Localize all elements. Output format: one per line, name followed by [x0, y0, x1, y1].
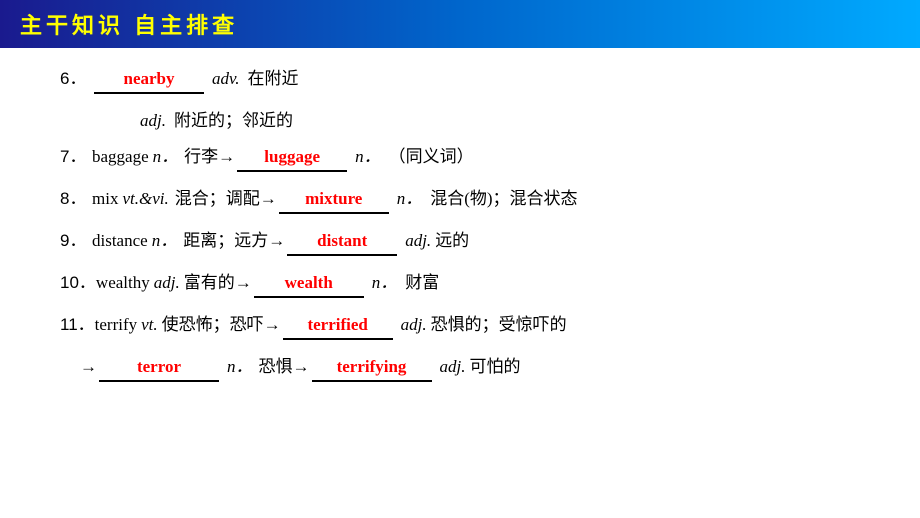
num-9: 9．: [60, 228, 92, 254]
meaning-11-sub1: 恐惧→: [259, 354, 310, 380]
row-11-sub: → terror n． 恐惧→ terrifying adj. 可怕的: [60, 354, 880, 392]
fill-terrified: terrified: [283, 312, 393, 340]
arrow-11-sub: →: [80, 354, 97, 380]
pos-9: adj.: [405, 228, 431, 254]
pos-10-pre: adj.: [154, 270, 180, 296]
pos-8-pre: vt.&vi.: [122, 186, 168, 212]
meaning-6: 在附近: [248, 66, 299, 92]
pos-7-pre: n．: [153, 144, 179, 170]
row-7: 7． baggage n． 行李→ luggage n． （同义词）: [60, 144, 880, 186]
fill-mixture: mixture: [279, 186, 389, 214]
word-8: mix: [92, 186, 118, 212]
fill-distant: distant: [287, 228, 397, 256]
pos-7: n．: [355, 144, 381, 170]
fill-wealth: wealth: [254, 270, 364, 298]
meaning-11-sub2: 可怕的: [469, 354, 520, 380]
word-7: baggage: [92, 144, 149, 170]
word-9: distance: [92, 228, 148, 254]
slide: 主干知识 自主排查 6． nearby adv. 在附近 adj. 附近的；邻近…: [0, 0, 920, 518]
pos-8: n．: [397, 186, 423, 212]
meaning-11: 恐惧的；受惊吓的: [431, 312, 567, 338]
meaning-6-sub: 附近的；邻近的: [174, 108, 293, 134]
fill-terrifying: terrifying: [312, 354, 432, 382]
num-7: 7．: [60, 144, 92, 170]
num-8: 8．: [60, 186, 92, 212]
meaning-10-pre: 富有的→: [184, 270, 252, 296]
row-11: 11． terrify vt. 使恐怖；恐吓→ terrified adj. 恐…: [60, 312, 880, 354]
meaning-8: 混合(物)；混合状态: [430, 186, 577, 212]
word-10: wealthy: [96, 270, 150, 296]
fill-luggage: luggage: [237, 144, 347, 172]
pos-11-sub: n．: [227, 354, 253, 380]
pos-6: adv.: [212, 66, 240, 92]
meaning-9: 远的: [435, 228, 469, 254]
num-10: 10．: [60, 270, 96, 296]
meaning-7: （同义词）: [389, 144, 474, 170]
meaning-9-pre: 距离；远方→: [183, 228, 285, 254]
num-11: 11．: [60, 312, 95, 338]
row-6: 6． nearby adv. 在附近: [60, 66, 880, 108]
pos-11: adj.: [401, 312, 427, 338]
row-10: 10． wealthy adj. 富有的→ wealth n． 财富: [60, 270, 880, 312]
pos-6-sub: adj.: [140, 108, 166, 134]
meaning-11-pre: 使恐怖；恐吓→: [162, 312, 281, 338]
pos-10: n．: [372, 270, 398, 296]
pos-11-sub2: adj.: [440, 354, 466, 380]
meaning-10: 财富: [405, 270, 439, 296]
row-8: 8． mix vt.&vi. 混合；调配→ mixture n． 混合(物)；混…: [60, 186, 880, 228]
word-11: terrify: [95, 312, 137, 338]
content: 6． nearby adv. 在附近 adj. 附近的；邻近的 7． bagga…: [0, 48, 920, 518]
num-6: 6．: [60, 66, 92, 92]
fill-nearby: nearby: [94, 66, 204, 94]
meaning-7-pre: 行李→: [184, 144, 235, 170]
row-6-sub: adj. 附近的；邻近的: [60, 108, 880, 144]
pos-9-pre: n．: [152, 228, 178, 254]
fill-terror: terror: [99, 354, 219, 382]
meaning-8-pre: 混合；调配→: [175, 186, 277, 212]
header: 主干知识 自主排查: [0, 0, 920, 48]
header-title: 主干知识 自主排查: [20, 8, 238, 40]
row-9: 9． distance n． 距离；远方→ distant adj. 远的: [60, 228, 880, 270]
pos-11-pre: vt.: [141, 312, 158, 338]
